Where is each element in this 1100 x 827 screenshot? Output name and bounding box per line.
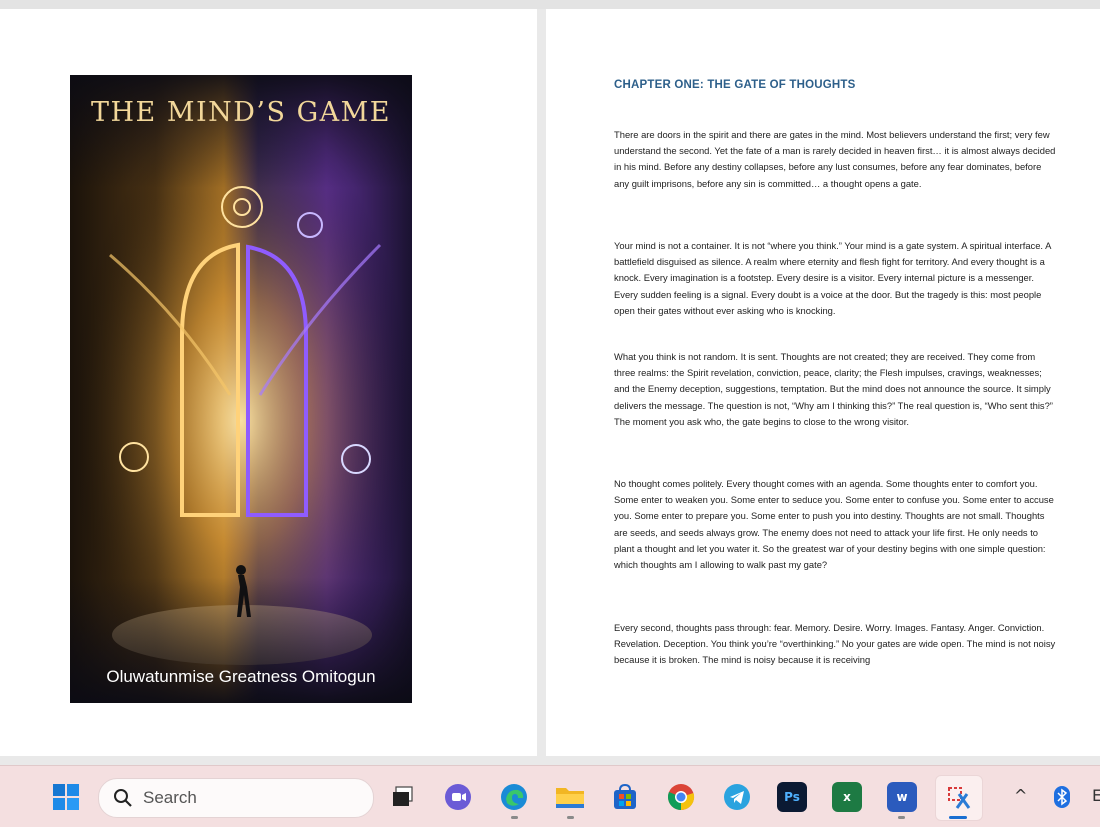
- windows-logo-icon[interactable]: [51, 782, 81, 812]
- cover-author: Oluwatunmise Greatness Omitogun: [106, 667, 376, 686]
- word-label: w: [896, 790, 908, 804]
- tray-overflow-text: E: [1092, 786, 1100, 805]
- taskbar: Search Ps x w ^ E: [0, 765, 1100, 827]
- paragraph: Every second, thoughts pass through: fea…: [614, 622, 1056, 666]
- chrome-icon[interactable]: [666, 782, 696, 812]
- paragraph: There are doors in the spirit and there …: [614, 129, 1056, 189]
- running-indicator: [898, 816, 905, 819]
- active-app-indicator: [949, 816, 967, 819]
- show-hidden-icons-chevron-icon[interactable]: ^: [1014, 786, 1027, 805]
- folder-icon[interactable]: [555, 782, 585, 812]
- word-icon[interactable]: w: [887, 782, 917, 812]
- excel-label: x: [843, 790, 851, 804]
- edge-browser-icon[interactable]: [499, 782, 529, 812]
- paragraph: No thought comes politely. Every thought…: [614, 478, 1054, 571]
- document-page-left: THE MIND’S GAME Oluwatunmise Greatness O…: [0, 9, 537, 756]
- snipping-tool-icon[interactable]: [935, 775, 983, 821]
- video-chat-icon[interactable]: [443, 782, 473, 812]
- telegram-icon[interactable]: [722, 782, 752, 812]
- excel-icon[interactable]: x: [832, 782, 862, 812]
- task-view-icon[interactable]: [388, 782, 418, 812]
- document-page-right[interactable]: CHAPTER ONE: THE GATE OF THOUGHTS There …: [546, 9, 1100, 756]
- running-indicator: [511, 816, 518, 819]
- paragraph: Your mind is not a container. It is not …: [614, 240, 1051, 316]
- book-cover-image: THE MIND’S GAME Oluwatunmise Greatness O…: [70, 75, 412, 703]
- search-placeholder: Search: [143, 788, 197, 807]
- photoshop-label: Ps: [784, 790, 800, 804]
- paragraph: What you think is not random. It is sent…: [614, 351, 1053, 427]
- cover-artwork: [70, 75, 412, 703]
- bluetooth-icon[interactable]: [1050, 782, 1074, 812]
- taskbar-search[interactable]: Search: [98, 778, 374, 818]
- window-top-edge: [0, 0, 1100, 9]
- running-indicator: [567, 816, 574, 819]
- store-icon[interactable]: [610, 782, 640, 812]
- cover-title: THE MIND’S GAME: [90, 97, 391, 128]
- chapter-heading: CHAPTER ONE: THE GATE OF THOUGHTS: [614, 79, 856, 91]
- photoshop-icon[interactable]: Ps: [777, 782, 807, 812]
- search-icon: [114, 789, 132, 807]
